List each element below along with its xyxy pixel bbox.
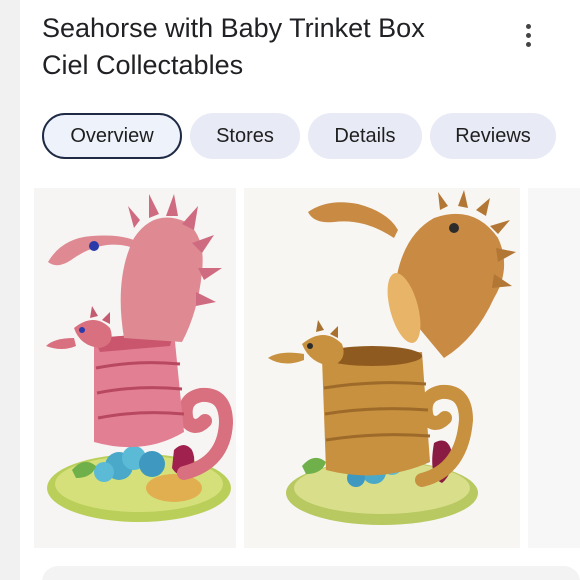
bottom-panel [42, 566, 580, 580]
product-image-gold[interactable] [244, 188, 520, 548]
product-card: Seahorse with Baby Trinket Box Ciel Coll… [20, 0, 580, 580]
image-carousel[interactable] [34, 188, 580, 548]
product-image-pink[interactable] [34, 188, 236, 548]
tab-details[interactable]: Details [308, 113, 422, 159]
product-title-line: Seahorse with Baby Trinket Box [42, 13, 425, 43]
tab-stores[interactable]: Stores [190, 113, 300, 159]
product-brand: Ciel Collectables [42, 50, 244, 80]
product-image-partial[interactable] [528, 188, 580, 548]
more-vert-icon[interactable] [516, 20, 540, 50]
product-title: Seahorse with Baby Trinket Box Ciel Coll… [42, 10, 512, 84]
tab-overview[interactable]: Overview [42, 113, 182, 159]
tab-reviews[interactable]: Reviews [430, 113, 556, 159]
